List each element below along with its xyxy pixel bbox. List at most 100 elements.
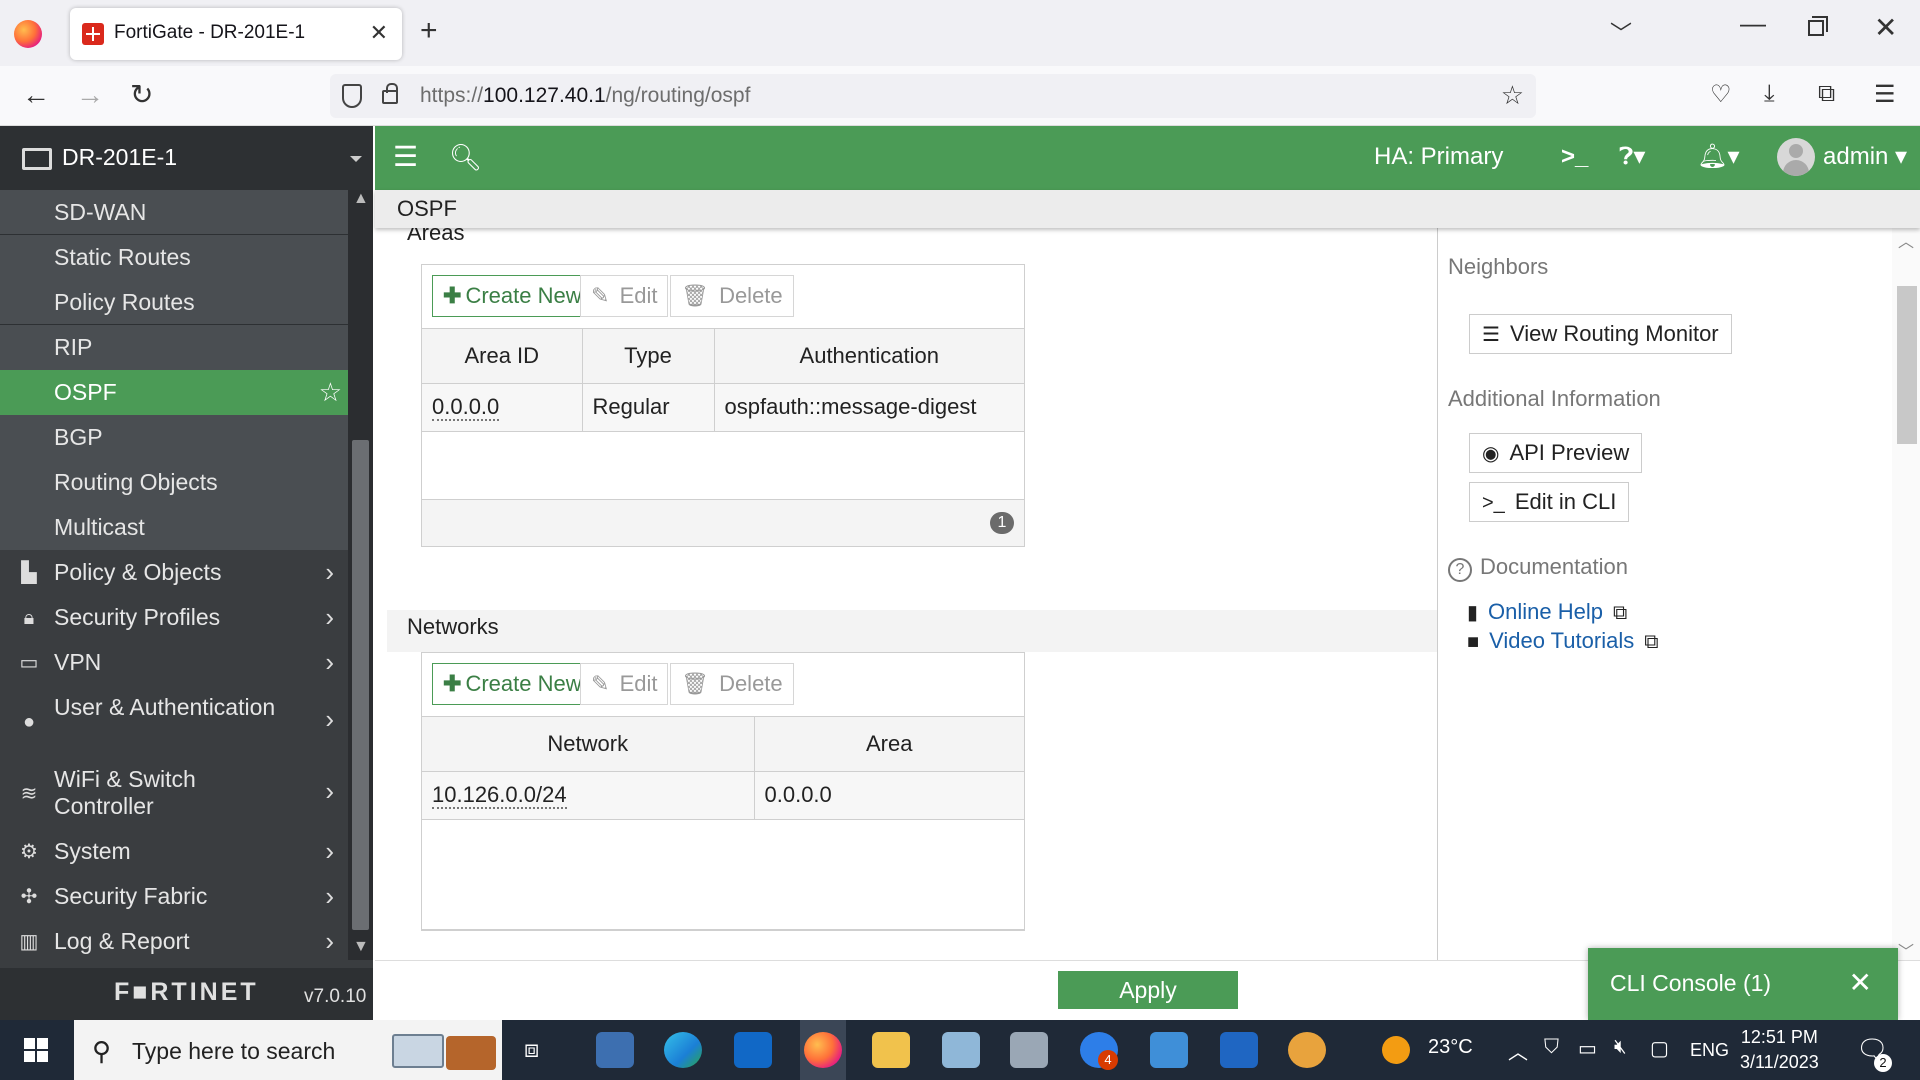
pocket-icon[interactable]: ♡ — [1710, 80, 1732, 109]
window-close-icon[interactable]: ✕ — [1874, 14, 1897, 42]
scroll-down-icon[interactable]: ▼ — [353, 938, 369, 956]
scroll-down-icon[interactable]: ﹀ — [1898, 938, 1914, 962]
volume-muted-icon[interactable]: 🔇︎ — [1614, 1036, 1627, 1059]
firefox-icon[interactable] — [14, 20, 42, 48]
security-shield-icon[interactable]: ⛉ — [1544, 1036, 1559, 1059]
sidebar-item-policy-objects[interactable]: ▙ Policy & Objects › — [0, 550, 348, 595]
lock-warning-icon[interactable] — [382, 83, 398, 104]
areas-create-new-button[interactable]: ✚ Create New — [432, 275, 593, 317]
weather-sun-icon[interactable] — [1382, 1036, 1410, 1064]
apply-button[interactable]: Apply — [1058, 971, 1238, 1009]
sidebar-item-multicast[interactable]: Multicast — [0, 505, 348, 550]
sidebar-item-routing-objects[interactable]: Routing Objects — [0, 460, 348, 505]
sidebar-item-wifi-switch[interactable]: ≋ WiFi & Switch Controller › — [0, 757, 348, 829]
sidebar-scroll-thumb[interactable] — [352, 440, 369, 930]
edge-icon[interactable] — [664, 1032, 702, 1068]
areas-delete-button[interactable]: 🗑︎ Delete — [670, 275, 794, 317]
url-bar[interactable]: https://100.127.40.1/ng/routing/ospf ☆ — [330, 74, 1536, 118]
sidebar-item-static-routes[interactable]: Static Routes — [0, 235, 348, 280]
edit-in-cli-button[interactable]: >_ Edit in CLI — [1469, 482, 1630, 522]
avatar[interactable] — [1777, 138, 1815, 176]
clock[interactable]: 12:51 PM 3/11/2023 — [1740, 1025, 1819, 1075]
reload-icon[interactable]: ↻ — [130, 80, 153, 110]
cli-terminal-icon[interactable]: >_ — [1561, 142, 1588, 172]
weather-temp[interactable]: 23°C — [1428, 1036, 1473, 1059]
file-explorer-icon[interactable] — [872, 1032, 910, 1068]
video-tutorials-link[interactable]: ■ Video Tutorials ⧉ — [1467, 628, 1659, 654]
bookmark-star-icon[interactable]: ☆ — [1501, 80, 1524, 111]
sidebar-item-log-report[interactable]: ▥ Log & Report › — [0, 919, 348, 964]
sidebar-item-user-authentication[interactable]: ● User & Authentication › — [0, 685, 348, 757]
sidebar-item-vpn[interactable]: ▭ VPN › — [0, 640, 348, 685]
info-pane-scrollbar[interactable]: ︿ ﹀ — [1892, 228, 1920, 962]
sidebar-item-bgp[interactable]: BGP — [0, 415, 348, 460]
network-app-icon[interactable] — [596, 1032, 634, 1068]
networks-create-new-button[interactable]: ✚ Create New — [432, 663, 593, 705]
online-help-link[interactable]: ▮ Online Help ⧉ — [1467, 599, 1627, 625]
networks-edit-button[interactable]: ✎ Edit — [580, 663, 669, 705]
language-indicator[interactable]: ENG — [1690, 1040, 1729, 1061]
sidebar-item-ospf[interactable]: OSPF ☆ — [0, 370, 348, 415]
outlook-icon[interactable] — [734, 1032, 772, 1068]
forward-arrow-icon[interactable]: → — [76, 80, 104, 110]
device-selector[interactable]: DR-201E-1 — [0, 126, 373, 190]
tray-chevron-icon[interactable]: ︿ — [1508, 1036, 1528, 1065]
paint-icon[interactable] — [1288, 1032, 1326, 1068]
notes-app-icon[interactable] — [942, 1032, 980, 1068]
col-area-id[interactable]: Area ID — [422, 329, 583, 384]
remote-desktop-icon[interactable] — [1150, 1032, 1188, 1068]
tab-close-icon[interactable]: ✕ — [370, 20, 388, 46]
areas-edit-button[interactable]: ✎ Edit — [580, 275, 669, 317]
sidebar-scrollbar[interactable]: ▲ ▼ — [348, 190, 373, 960]
user-menu[interactable]: admin ▾ — [1823, 142, 1907, 172]
scroll-up-icon[interactable]: ▲ — [353, 190, 369, 208]
api-preview-button[interactable]: ◉ API Preview — [1469, 433, 1643, 473]
info-pane-scroll-thumb[interactable] — [1897, 286, 1917, 444]
close-icon[interactable]: ✕ — [1849, 966, 1872, 999]
col-network[interactable]: Network — [422, 717, 755, 772]
window-restore-icon[interactable] — [1808, 16, 1828, 36]
cli-console-title[interactable]: CLI Console (1) — [1610, 970, 1771, 997]
task-view-icon[interactable]: ⧈ — [524, 1036, 539, 1064]
tab-list-chevron-icon[interactable]: ﹀ — [1610, 16, 1632, 48]
cli-console-panel[interactable]: CLI Console (1) ✕ — [1588, 948, 1898, 1020]
col-area[interactable]: Area — [754, 717, 1024, 772]
scroll-up-icon[interactable]: ︿ — [1898, 228, 1914, 252]
search-icon[interactable]: 🔍︎ — [449, 142, 482, 172]
table-row[interactable]: 0.0.0.0 Regular ospfauth::message-digest — [422, 383, 1024, 432]
sidebar-item-policy-routes[interactable]: Policy Routes — [0, 280, 348, 325]
battery-icon[interactable]: ▭ — [1578, 1036, 1597, 1061]
browser-tab[interactable]: FortiGate - DR-201E-1 ✕ — [70, 8, 402, 60]
windows-start-icon[interactable] — [24, 1038, 48, 1062]
help-icon[interactable]: ❓︎▾ — [1619, 142, 1645, 172]
hamburger-menu-icon[interactable]: ☰ — [393, 142, 418, 172]
sidebar-item-security-fabric[interactable]: ✣ Security Fabric › — [0, 874, 348, 919]
new-tab-icon[interactable]: + — [420, 14, 438, 48]
extensions-icon[interactable]: ⧉ — [1818, 80, 1835, 108]
menu-hamburger-icon[interactable]: ☰ — [1874, 80, 1896, 109]
col-authentication[interactable]: Authentication — [714, 329, 1024, 384]
sidebar-item-sd-wan[interactable]: SD-WAN — [0, 190, 348, 235]
sidebar-item-security-profiles[interactable]: 🔒︎ Security Profiles › — [0, 595, 348, 640]
network-icon[interactable]: ▢ — [1650, 1036, 1669, 1061]
sidebar-item-system[interactable]: ⚙ System › — [0, 829, 348, 874]
sidebar-item-label: Static Routes — [54, 244, 191, 270]
col-type[interactable]: Type — [582, 329, 715, 384]
view-routing-monitor-button[interactable]: ☰ View Routing Monitor — [1469, 314, 1732, 354]
tracking-shield-icon[interactable] — [342, 84, 362, 108]
downloads-icon[interactable]: ⤓ — [1764, 80, 1775, 108]
url-text[interactable]: https://100.127.40.1/ng/routing/ospf — [420, 84, 750, 108]
taskbar-search[interactable]: ⚲ Type here to search — [74, 1020, 502, 1080]
monitor-app-icon[interactable] — [1010, 1032, 1048, 1068]
button-label: Delete — [719, 283, 783, 308]
back-arrow-icon[interactable]: ← — [22, 80, 50, 110]
sidebar-item-rip[interactable]: RIP — [0, 325, 348, 370]
firefox-taskbar-icon[interactable] — [804, 1032, 842, 1068]
ha-status[interactable]: HA: Primary — [1374, 142, 1503, 172]
window-minimize-icon[interactable]: — — [1740, 8, 1766, 39]
table-row[interactable]: 10.126.0.0/24 0.0.0.0 — [422, 771, 1024, 820]
defender-icon[interactable] — [1220, 1032, 1258, 1068]
favorite-star-icon[interactable]: ☆ — [319, 370, 342, 415]
networks-delete-button[interactable]: 🗑︎ Delete — [670, 663, 794, 705]
notification-bell-icon[interactable]: 🔔︎▾ — [1697, 142, 1740, 172]
